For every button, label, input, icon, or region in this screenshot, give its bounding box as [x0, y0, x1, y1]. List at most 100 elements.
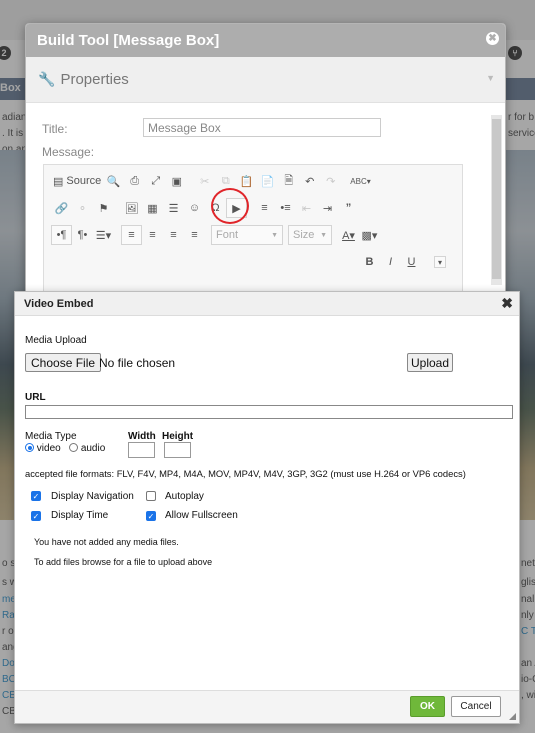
chevron-down-icon: ▼: [486, 73, 495, 83]
autoplay-label: Autoplay: [165, 491, 204, 502]
display-time-label: Display Time: [51, 510, 109, 521]
preview-icon[interactable]: 🔍: [103, 171, 124, 191]
resize-handle-icon[interactable]: [509, 713, 516, 720]
size-select-label: Size: [293, 229, 315, 241]
undo-icon[interactable]: ↶: [299, 171, 320, 191]
format-list-icon[interactable]: ☰▾: [93, 225, 114, 245]
spellcheck-icon[interactable]: ABC▾: [348, 171, 372, 191]
close-icon[interactable]: ✖: [501, 295, 513, 312]
toolbar-group-lists: ≡ •≡ ⇤ ⇥ ”: [253, 197, 360, 219]
width-label: Width: [128, 431, 156, 442]
source-icon: ▤: [53, 175, 64, 188]
ltr-icon[interactable]: •¶: [51, 225, 72, 245]
editor-toolbar-row-2: 🔗 ⚬ ⚑ 🖼 ▦ ☰ ☺ Ω ▶ ≡ •≡ ⇤ ⇥ ”: [50, 197, 365, 219]
font-select[interactable]: Font ▼: [211, 225, 283, 245]
paste-word-icon[interactable]: 🗎: [278, 171, 299, 191]
video-button-highlight: [211, 188, 249, 224]
toolbar-group-spell: ABC▾: [347, 170, 373, 192]
table-icon[interactable]: ▦: [142, 198, 163, 218]
allow-fullscreen-label: Allow Fullscreen: [165, 510, 238, 521]
editor-toolbar-row-4: B I U ▾: [358, 251, 446, 273]
title-field-label: Title:: [42, 122, 68, 136]
toolbar-group-colors: A▾ ▩▾: [337, 224, 381, 246]
paste-icon[interactable]: 📋: [236, 171, 257, 191]
upload-button[interactable]: Upload: [407, 353, 453, 372]
video-radio[interactable]: [25, 443, 34, 452]
paste-text-icon[interactable]: 📄: [257, 171, 278, 191]
align-left-icon[interactable]: ≡: [121, 225, 142, 245]
show-blocks-icon[interactable]: ▣: [166, 171, 187, 191]
size-select[interactable]: Size ▼: [288, 225, 332, 245]
accepted-formats-text: accepted file formats: FLV, F4V, MP4, M4…: [25, 468, 466, 479]
editor-toolbar-row-3: •¶ ¶• ☰▾ ≡ ≡ ≡ ≡ Font ▼ Size ▼ A▾ ▩▾: [50, 224, 386, 246]
link-icon[interactable]: 🔗: [51, 198, 72, 218]
display-time-checkbox[interactable]: ✓: [31, 511, 41, 521]
bold-button[interactable]: B: [359, 252, 380, 272]
toolbar-group-links: 🔗 ⚬ ⚑: [50, 197, 115, 219]
font-select-label: Font: [216, 229, 239, 241]
source-button[interactable]: ▤ Source: [51, 171, 103, 191]
media-type-radios: video audio: [25, 443, 105, 454]
text-color-icon[interactable]: A▾: [338, 225, 359, 245]
numbered-list-icon[interactable]: ≡: [254, 198, 275, 218]
build-tool-titlebar: Build Tool [Message Box] ✖: [26, 24, 505, 57]
indent-icon[interactable]: ⇥: [317, 198, 338, 218]
toolbar-group-clipboard: ✂ ⧉ 📋 📄 🗎 ↶ ↷: [193, 170, 342, 192]
chevron-down-icon: ▼: [271, 231, 278, 239]
editor-toolbar-row-1: ▤ Source 🔍 ⎙ ⤢ ▣ ✂ ⧉ 📋 📄 🗎 ↶ ↷ ABC▾: [50, 170, 379, 192]
underline-button[interactable]: U: [401, 252, 422, 272]
source-label: Source: [66, 175, 102, 187]
width-input[interactable]: [128, 442, 155, 458]
wrench-icon: 🔧: [38, 71, 56, 87]
unlink-icon[interactable]: ⚬: [72, 198, 93, 218]
image-icon[interactable]: 🖼: [121, 198, 142, 218]
align-right-icon[interactable]: ≡: [163, 225, 184, 245]
media-type-label: Media Type: [25, 431, 77, 442]
scrollbar-thumb[interactable]: [492, 119, 501, 279]
video-embed-footer: OK Cancel: [15, 690, 519, 723]
build-tool-title: Build Tool [Message Box]: [37, 32, 220, 49]
add-files-hint: To add files browse for a file to upload…: [34, 557, 213, 567]
blockquote-icon[interactable]: ”: [338, 198, 359, 218]
redo-icon[interactable]: ↷: [320, 171, 341, 191]
bulleted-list-icon[interactable]: •≡: [275, 198, 296, 218]
video-embed-title: Video Embed: [24, 297, 94, 310]
ok-button[interactable]: OK: [410, 696, 445, 717]
horizontal-line-icon[interactable]: ☰: [163, 198, 184, 218]
audio-radio-label: audio: [80, 443, 106, 454]
audio-radio[interactable]: [69, 443, 79, 452]
build-tool-close-icon[interactable]: ✖: [486, 32, 499, 45]
no-media-message: You have not added any media files.: [34, 537, 179, 547]
print-icon[interactable]: ⎙: [124, 171, 145, 191]
properties-header[interactable]: 🔧 Properties ▼: [26, 57, 505, 103]
italic-button[interactable]: I: [380, 252, 401, 272]
video-radio-label: video: [36, 443, 61, 454]
toolbar-group-align: ≡ ≡ ≡ ≡: [120, 224, 206, 246]
cancel-button[interactable]: Cancel: [451, 696, 501, 717]
maximize-icon[interactable]: ⤢: [145, 171, 166, 191]
choose-file-button[interactable]: Choose File: [25, 353, 102, 372]
allow-fullscreen-checkbox[interactable]: ✓: [146, 511, 156, 521]
display-navigation-label: Display Navigation: [51, 491, 134, 502]
cut-icon[interactable]: ✂: [194, 171, 215, 191]
align-justify-icon[interactable]: ≡: [184, 225, 205, 245]
autoplay-checkbox[interactable]: [146, 491, 156, 501]
smiley-icon[interactable]: ☺: [184, 198, 205, 218]
title-input[interactable]: [143, 118, 381, 137]
height-input[interactable]: [164, 442, 191, 458]
bg-color-icon[interactable]: ▩▾: [359, 225, 380, 245]
display-navigation-checkbox[interactable]: ✓: [31, 491, 41, 501]
video-embed-dialog: Video Embed ✖ Media Upload Choose File N…: [14, 291, 520, 724]
media-upload-label: Media Upload: [25, 335, 87, 346]
url-input[interactable]: [25, 405, 513, 419]
toolbar-group-basic: B I U: [358, 251, 423, 273]
rtl-icon[interactable]: ¶•: [72, 225, 93, 245]
collapse-toolbar-icon[interactable]: ▾: [434, 256, 446, 268]
build-tool-scrollbar[interactable]: [491, 115, 502, 285]
video-embed-titlebar: Video Embed ✖: [15, 292, 519, 316]
anchor-flag-icon[interactable]: ⚑: [93, 198, 114, 218]
height-label: Height: [162, 431, 194, 442]
outdent-icon[interactable]: ⇤: [296, 198, 317, 218]
toolbar-group-document: ▤ Source 🔍 ⎙ ⤢ ▣: [50, 170, 188, 192]
align-center-icon[interactable]: ≡: [142, 225, 163, 245]
